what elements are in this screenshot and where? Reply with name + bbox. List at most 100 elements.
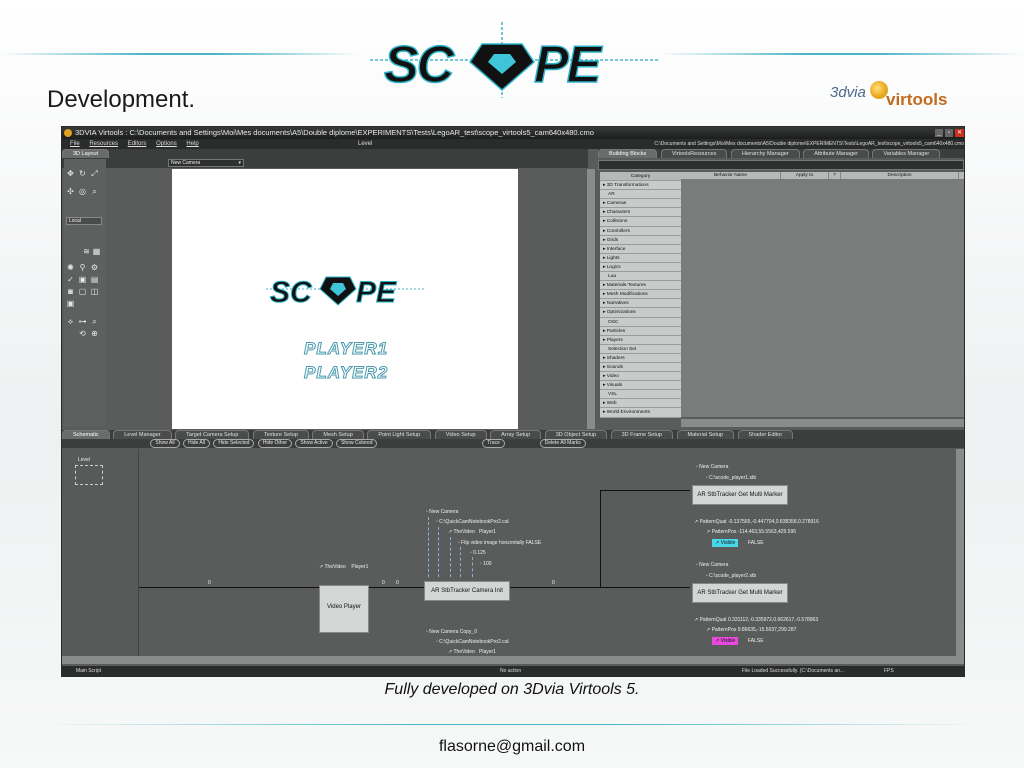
behavior-hscrollbar[interactable] (681, 419, 964, 427)
check-icon[interactable]: ✓ (66, 275, 75, 284)
cube-icon[interactable]: ◙ (66, 287, 75, 296)
category-item[interactable]: ▸ Logics (600, 262, 681, 273)
tab-3d-layout[interactable]: 3D Layout (62, 149, 110, 158)
marker1-node[interactable]: AR StbTracker Get Multi Marker (692, 485, 788, 505)
hide-other-button[interactable]: Hide Other (257, 439, 293, 448)
show-all-button[interactable]: Show All (150, 439, 180, 448)
select-icon[interactable]: ⟡ (66, 317, 75, 326)
minimize-button[interactable]: _ (935, 129, 943, 137)
col-apply-to[interactable]: Apply to (781, 172, 829, 179)
move-icon[interactable]: ✥ (66, 169, 75, 178)
video-player-node[interactable]: Video Player (319, 585, 369, 633)
tab-attribute-manager[interactable]: Attribute Manager (803, 149, 869, 158)
category-item[interactable]: OSC (600, 317, 681, 327)
3d-viewport[interactable]: SC PE PLAYER1 PLAYER2 (172, 169, 518, 429)
tab-texture-setup[interactable]: Texture Setup (252, 430, 309, 439)
category-item[interactable]: ▸ Particles (600, 326, 681, 336)
orbit-icon[interactable]: ◎ (78, 187, 87, 196)
wireless-icon[interactable]: ≋ (82, 247, 91, 256)
category-item[interactable]: ▸ Shaders (600, 353, 681, 363)
col-description[interactable]: Description (841, 172, 959, 179)
tab-target-camera-setup[interactable]: Target Camera Setup (175, 430, 250, 439)
category-item[interactable]: ▸ Characters (600, 208, 681, 218)
tab-array-setup[interactable]: Array Setup (490, 430, 542, 439)
tab-video-setup[interactable]: Video Setup (434, 430, 487, 439)
pan-icon[interactable]: ✣ (66, 187, 75, 196)
close-button[interactable]: ✕ (955, 129, 964, 137)
category-item[interactable]: ▸ Players (600, 335, 681, 345)
category-item[interactable]: ▸ Visuals (600, 381, 681, 391)
tab-material-setup[interactable]: Material Setup (676, 430, 734, 439)
schematic-vscrollbar[interactable] (956, 449, 964, 656)
show-active-button[interactable]: Show Active (295, 439, 333, 448)
visible-badge-1[interactable]: ↗ Visible (712, 539, 739, 547)
category-item[interactable]: ▸ Web (600, 399, 681, 409)
category-item[interactable]: ▸ Collisions (600, 217, 681, 227)
tab-building-blocks[interactable]: Building Blocks (598, 149, 658, 158)
tab-point-light-setup[interactable]: Point Light Setup (367, 430, 432, 439)
category-item[interactable]: ▸ Materials-Textures (600, 281, 681, 291)
category-item[interactable]: ▸ Interface (600, 244, 681, 254)
category-item[interactable]: ▸ Mesh Modifications (600, 290, 681, 300)
tab-shader-editor[interactable]: Shader Editor (737, 430, 794, 439)
right-panel-search[interactable] (598, 160, 964, 170)
behavior-list[interactable]: Behavior Name Apply to? Description (681, 172, 964, 417)
category-item[interactable]: ▸ Video (600, 372, 681, 382)
col-help[interactable]: ? (829, 172, 841, 179)
zoom-icon[interactable]: ⌕ (90, 187, 99, 196)
search-icon[interactable]: ⌕ (90, 317, 99, 326)
schematic-canvas[interactable]: Level ↗ TheVideo Player1 0 Video Player … (62, 449, 964, 656)
scale-icon[interactable]: ⤢ (90, 169, 99, 178)
frame-icon[interactable]: ▣ (78, 275, 87, 284)
category-item[interactable]: ▸ World Environments (600, 408, 681, 418)
tab-3d-frame-setup[interactable]: 3D Frame Setup (610, 430, 673, 439)
menu-options[interactable]: Options (156, 139, 177, 149)
camera-init-node[interactable]: AR StbTracker Camera Init (424, 581, 510, 601)
schematic-hscrollbar[interactable] (62, 656, 964, 664)
show-colored-button[interactable]: Show Colored (336, 439, 378, 448)
hide-all-button[interactable]: Hide All (182, 439, 210, 448)
hide-selected-button[interactable]: Hide Selected (213, 439, 255, 448)
menu-resources[interactable]: Resources (89, 139, 118, 149)
tab-level-manager[interactable]: Level Manager (113, 430, 172, 439)
tab-hierarchy-manager[interactable]: Hierarchy Manager (730, 149, 800, 158)
camera-select[interactable]: New Camera ▾ (168, 159, 244, 167)
tab-schematic[interactable]: Schematic (62, 430, 110, 439)
category-item[interactable]: ▸ 3D Transformations (600, 181, 681, 191)
level-script-box[interactable] (75, 465, 103, 485)
maximize-button[interactable]: ▫ (945, 129, 953, 137)
link-icon[interactable]: ⊶ (78, 317, 87, 326)
tab-mesh-setup[interactable]: Mesh Setup (312, 430, 364, 439)
category-item[interactable]: ▸ Grids (600, 235, 681, 245)
camera-icon[interactable]: ⚲ (78, 263, 87, 272)
light-icon[interactable]: ✺ (66, 263, 75, 272)
tab-3d-object-setup[interactable]: 3D Object Setup (544, 430, 608, 439)
contact-email[interactable]: flasorne@gmail.com (0, 738, 1024, 756)
marker2-node[interactable]: AR StbTracker Get Multi Marker (692, 583, 788, 603)
viewport-scrollbar[interactable] (587, 169, 595, 429)
rotate-left-icon[interactable]: ⟲ (78, 329, 87, 338)
trace-button[interactable]: Trace (482, 439, 505, 448)
delete-all-marks-button[interactable]: Delete All Marks (539, 439, 586, 448)
visible-badge-2[interactable]: ↗ Visible (712, 637, 739, 645)
doc-icon[interactable]: ▤ (90, 275, 99, 284)
tab-virtools-resources[interactable]: VirtoolsResources (660, 149, 728, 158)
box-icon[interactable]: ▢ (78, 287, 87, 296)
menu-editors[interactable]: Editors (128, 139, 147, 149)
target-icon[interactable]: ⊕ (90, 329, 99, 338)
layer-icon[interactable]: ◫ (90, 287, 99, 296)
category-item[interactable]: AR (600, 190, 681, 200)
category-item[interactable]: ▸ Cameras (600, 199, 681, 209)
level-item-label[interactable]: Level (78, 457, 90, 463)
category-item[interactable]: ▸ Lights (600, 253, 681, 263)
category-item[interactable]: ▸ Optimizations (600, 308, 681, 318)
grid-icon[interactable]: ▦ (92, 247, 101, 256)
category-item[interactable]: VSL (600, 390, 681, 400)
category-item[interactable]: ▸ Sounds (600, 362, 681, 373)
tab-variables-manager[interactable]: Variables Manager (872, 149, 941, 158)
menu-help[interactable]: Help (186, 139, 198, 149)
category-item[interactable]: Lua (600, 272, 681, 282)
coord-mode-select[interactable]: Local (66, 217, 102, 225)
category-item[interactable]: ▸ Controllers (600, 226, 681, 236)
rotate-icon[interactable]: ↻ (78, 169, 87, 178)
